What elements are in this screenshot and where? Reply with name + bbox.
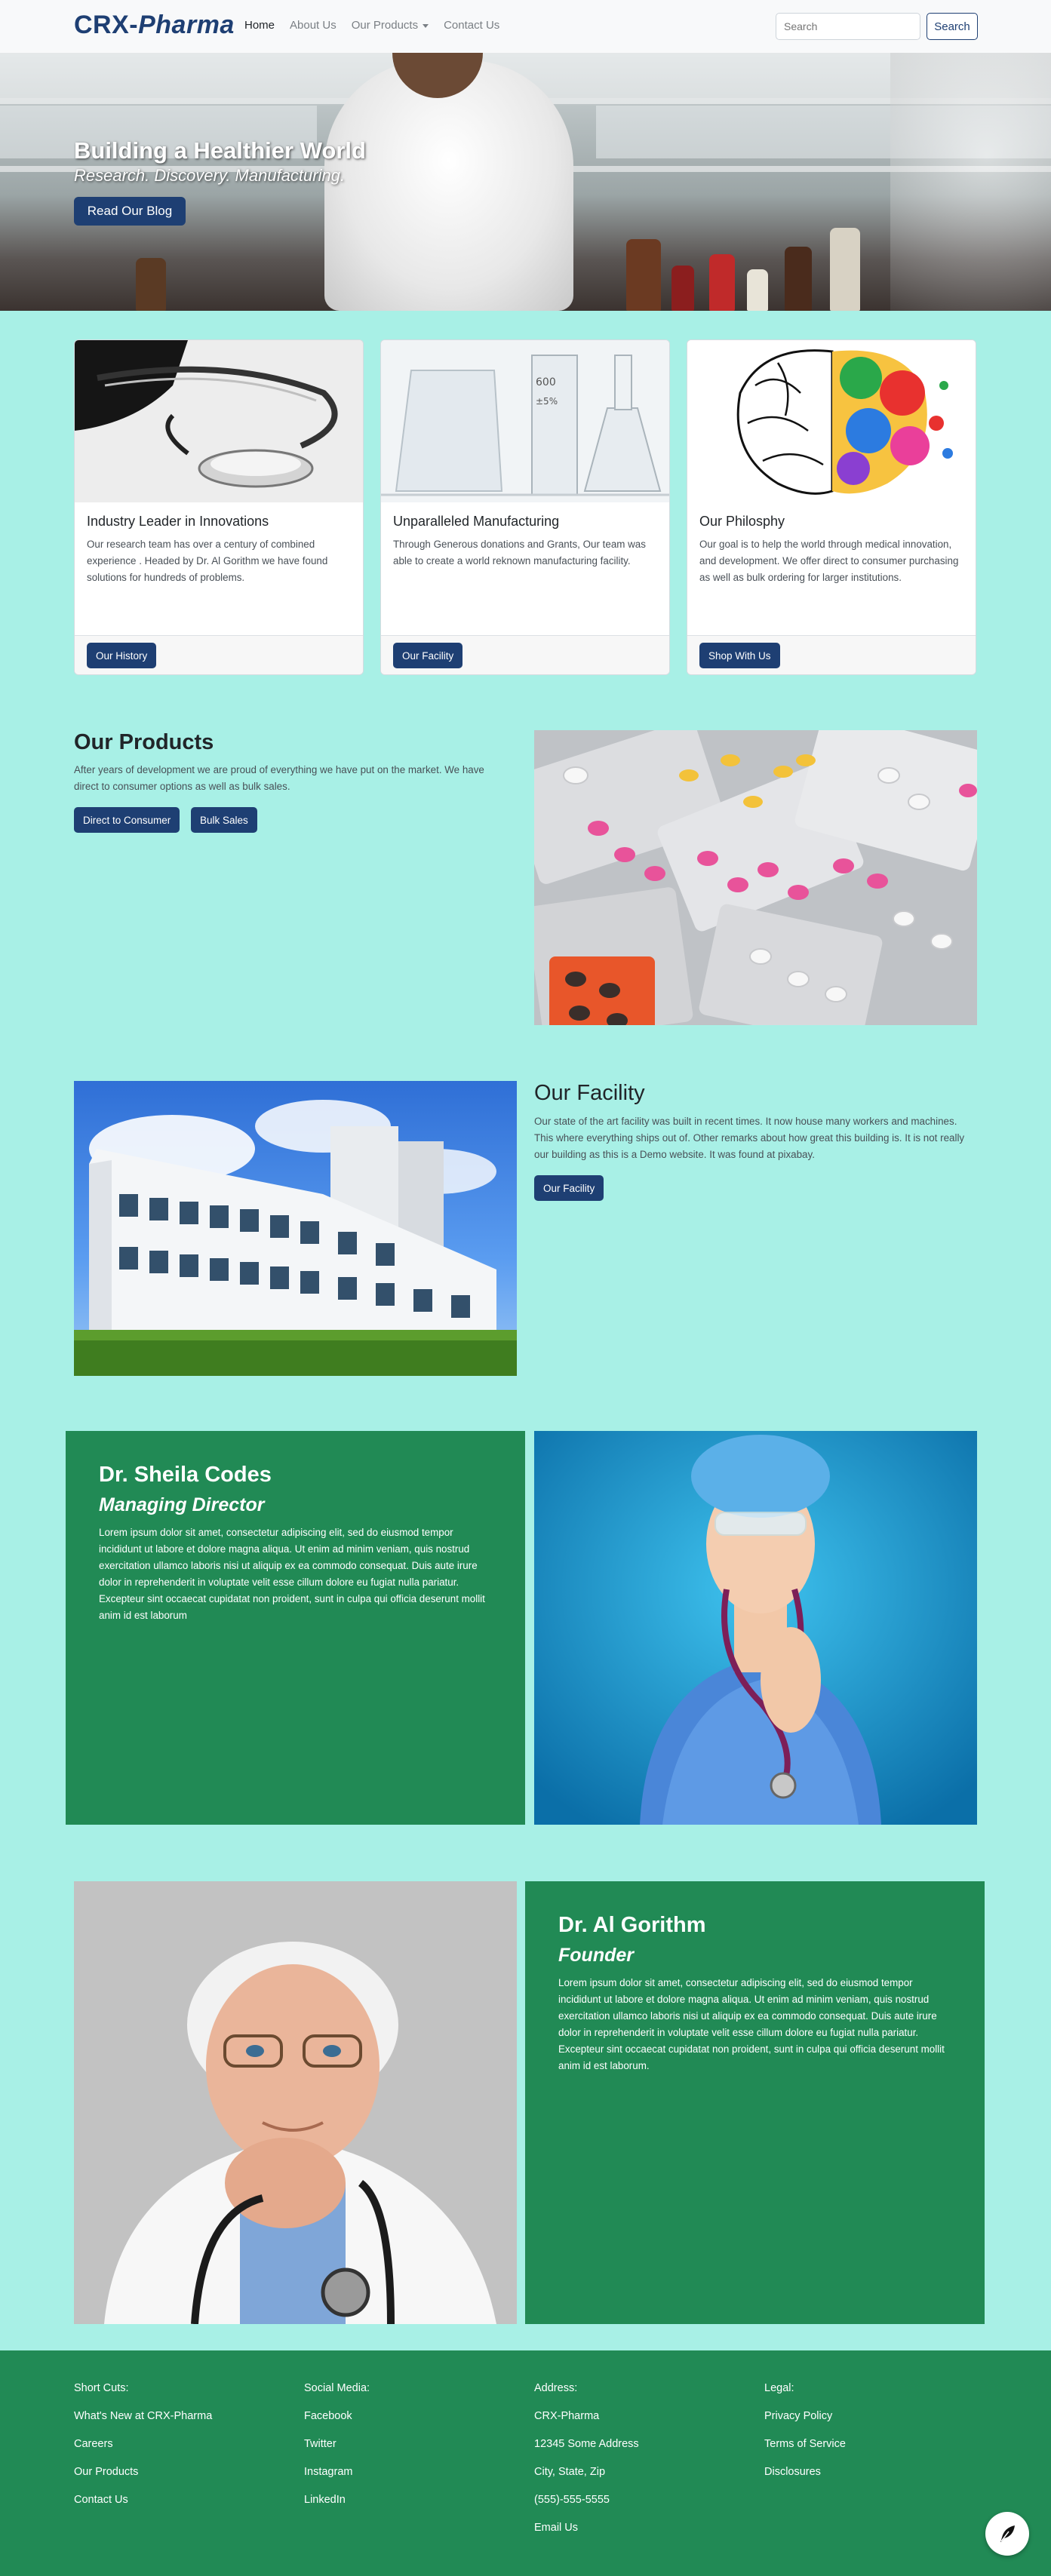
card-title: Unparalleled Manufacturing [393,514,560,529]
colorful-brain-image [687,340,976,502]
footer-shortcuts: Short Cuts: What's New at CRX-Pharma Car… [74,2382,212,2522]
footer-link-instagram[interactable]: Instagram [304,2466,370,2494]
footer-heading: Legal: [764,2382,794,2394]
profile-name: Dr. Sheila Codes [99,1463,272,1487]
female-doctor-photo [534,1431,977,1825]
footer-social: Social Media: Facebook Twitter Instagram… [304,2382,370,2522]
lab-glassware-image: 600 ±5% [381,340,669,502]
chevron-down-icon [423,23,429,28]
brand-logo[interactable]: CRX-Pharma [74,11,235,40]
footer-link-disclosures[interactable]: Disclosures [764,2466,846,2494]
read-blog-button[interactable]: Read Our Blog [74,197,186,226]
footer-link-terms[interactable]: Terms of Service [764,2438,846,2466]
chat-button[interactable] [985,2512,1029,2556]
footer-legal: Legal: Privacy Policy Terms of Service D… [764,2382,846,2494]
profile-name: Dr. Al Gorithm [558,1913,706,1937]
footer-link-careers[interactable]: Careers [74,2438,212,2466]
profile-al-gorithm: Dr. Al Gorithm Founder Lorem ipsum dolor… [525,1881,985,2324]
card-manufacturing: 600 ±5% Unparalleled Manufacturing Throu… [380,339,670,675]
office-building-image [74,1081,517,1376]
direct-to-consumer-button[interactable]: Direct to Consumer [74,807,180,833]
footer-link-email[interactable]: Email Us [534,2522,639,2550]
bulk-sales-button[interactable]: Bulk Sales [191,807,257,833]
nav-products-label: Our Products [351,19,419,32]
hero-banner: Building a Healthier World Research. Dis… [0,53,1051,311]
footer-address-city: City, State, Zip [534,2466,606,2478]
footer-link-twitter[interactable]: Twitter [304,2438,370,2466]
footer-link-whats-new[interactable]: What's New at CRX-Pharma [74,2410,212,2438]
senior-doctor-photo [74,1881,517,2324]
navbar: CRX-Pharma Home About Us Our Products Co… [0,0,1051,53]
profile-bio: Lorem ipsum dolor sit amet, consectetur … [558,1977,945,2071]
footer: Short Cuts: What's New at CRX-Pharma Car… [0,2350,1051,2576]
card-innovations: Industry Leader in Innovations Our resea… [74,339,364,675]
card-text: Our research team has over a century of … [87,539,328,583]
footer-address: Address: CRX-Pharma 12345 Some Address C… [534,2382,639,2550]
hero-title: Building a Healthier World [74,137,366,164]
footer-heading: Short Cuts: [74,2382,129,2394]
svg-text:600: 600 [536,376,556,388]
card-footer: Our History [75,635,363,674]
profile-role: Managing Director [99,1494,265,1515]
products-title: Our Products [74,730,214,754]
card-title: Industry Leader in Innovations [87,514,269,529]
footer-heading: Social Media: [304,2382,370,2394]
footer-link-products[interactable]: Our Products [74,2466,212,2494]
card-footer: Shop With Us [687,635,976,674]
brand-part-2: Pharma [138,11,235,39]
footer-link-facebook[interactable]: Facebook [304,2410,370,2438]
nav-links: Home About Us Our Products Contact Us [244,19,499,32]
nav-about[interactable]: About Us [290,19,337,32]
profile-sheila: Dr. Sheila Codes Managing Director Lorem… [66,1431,525,1825]
card-title: Our Philosphy [699,514,785,529]
nav-products-dropdown[interactable]: Our Products [352,19,429,32]
footer-link-linkedin[interactable]: LinkedIn [304,2494,370,2522]
footer-heading: Address: [534,2382,578,2394]
pill-blister-image [534,730,977,1025]
profile-bio: Lorem ipsum dolor sit amet, consectetur … [99,1527,485,1621]
footer-address-phone: (555)-555-5555 [534,2494,610,2506]
svg-text:±5%: ±5% [536,396,558,407]
facility-text: Our state of the art facility was built … [534,1116,965,1160]
card-text: Through Generous donations and Grants, O… [393,539,646,566]
brand-part-1: CRX- [74,11,139,39]
stethoscope-image [75,340,363,502]
footer-address-name: CRX-Pharma [534,2410,600,2422]
our-facility-button[interactable]: Our Facility [393,643,463,668]
facility-button[interactable]: Our Facility [534,1175,604,1201]
products-text: After years of development we are proud … [74,764,484,792]
nav-contact[interactable]: Contact Us [444,19,499,32]
our-history-button[interactable]: Our History [87,643,157,668]
search-input[interactable] [776,13,920,40]
footer-link-contact[interactable]: Contact Us [74,2494,212,2522]
card-text: Our goal is to help the world through me… [699,539,959,583]
search-button[interactable]: Search [927,13,978,40]
card-footer: Our Facility [381,635,669,674]
footer-link-privacy[interactable]: Privacy Policy [764,2410,846,2438]
profile-role: Founder [558,1945,634,1966]
shop-with-us-button[interactable]: Shop With Us [699,643,780,668]
nav-home[interactable]: Home [244,19,275,32]
footer-address-street: 12345 Some Address [534,2438,639,2450]
hero-subtitle: Research. Discovery. Manufacturing. [74,166,346,185]
facility-title: Our Facility [534,1081,645,1105]
feather-pen-icon [1000,2525,1015,2542]
card-philosophy: Our Philosphy Our goal is to help the wo… [687,339,976,675]
